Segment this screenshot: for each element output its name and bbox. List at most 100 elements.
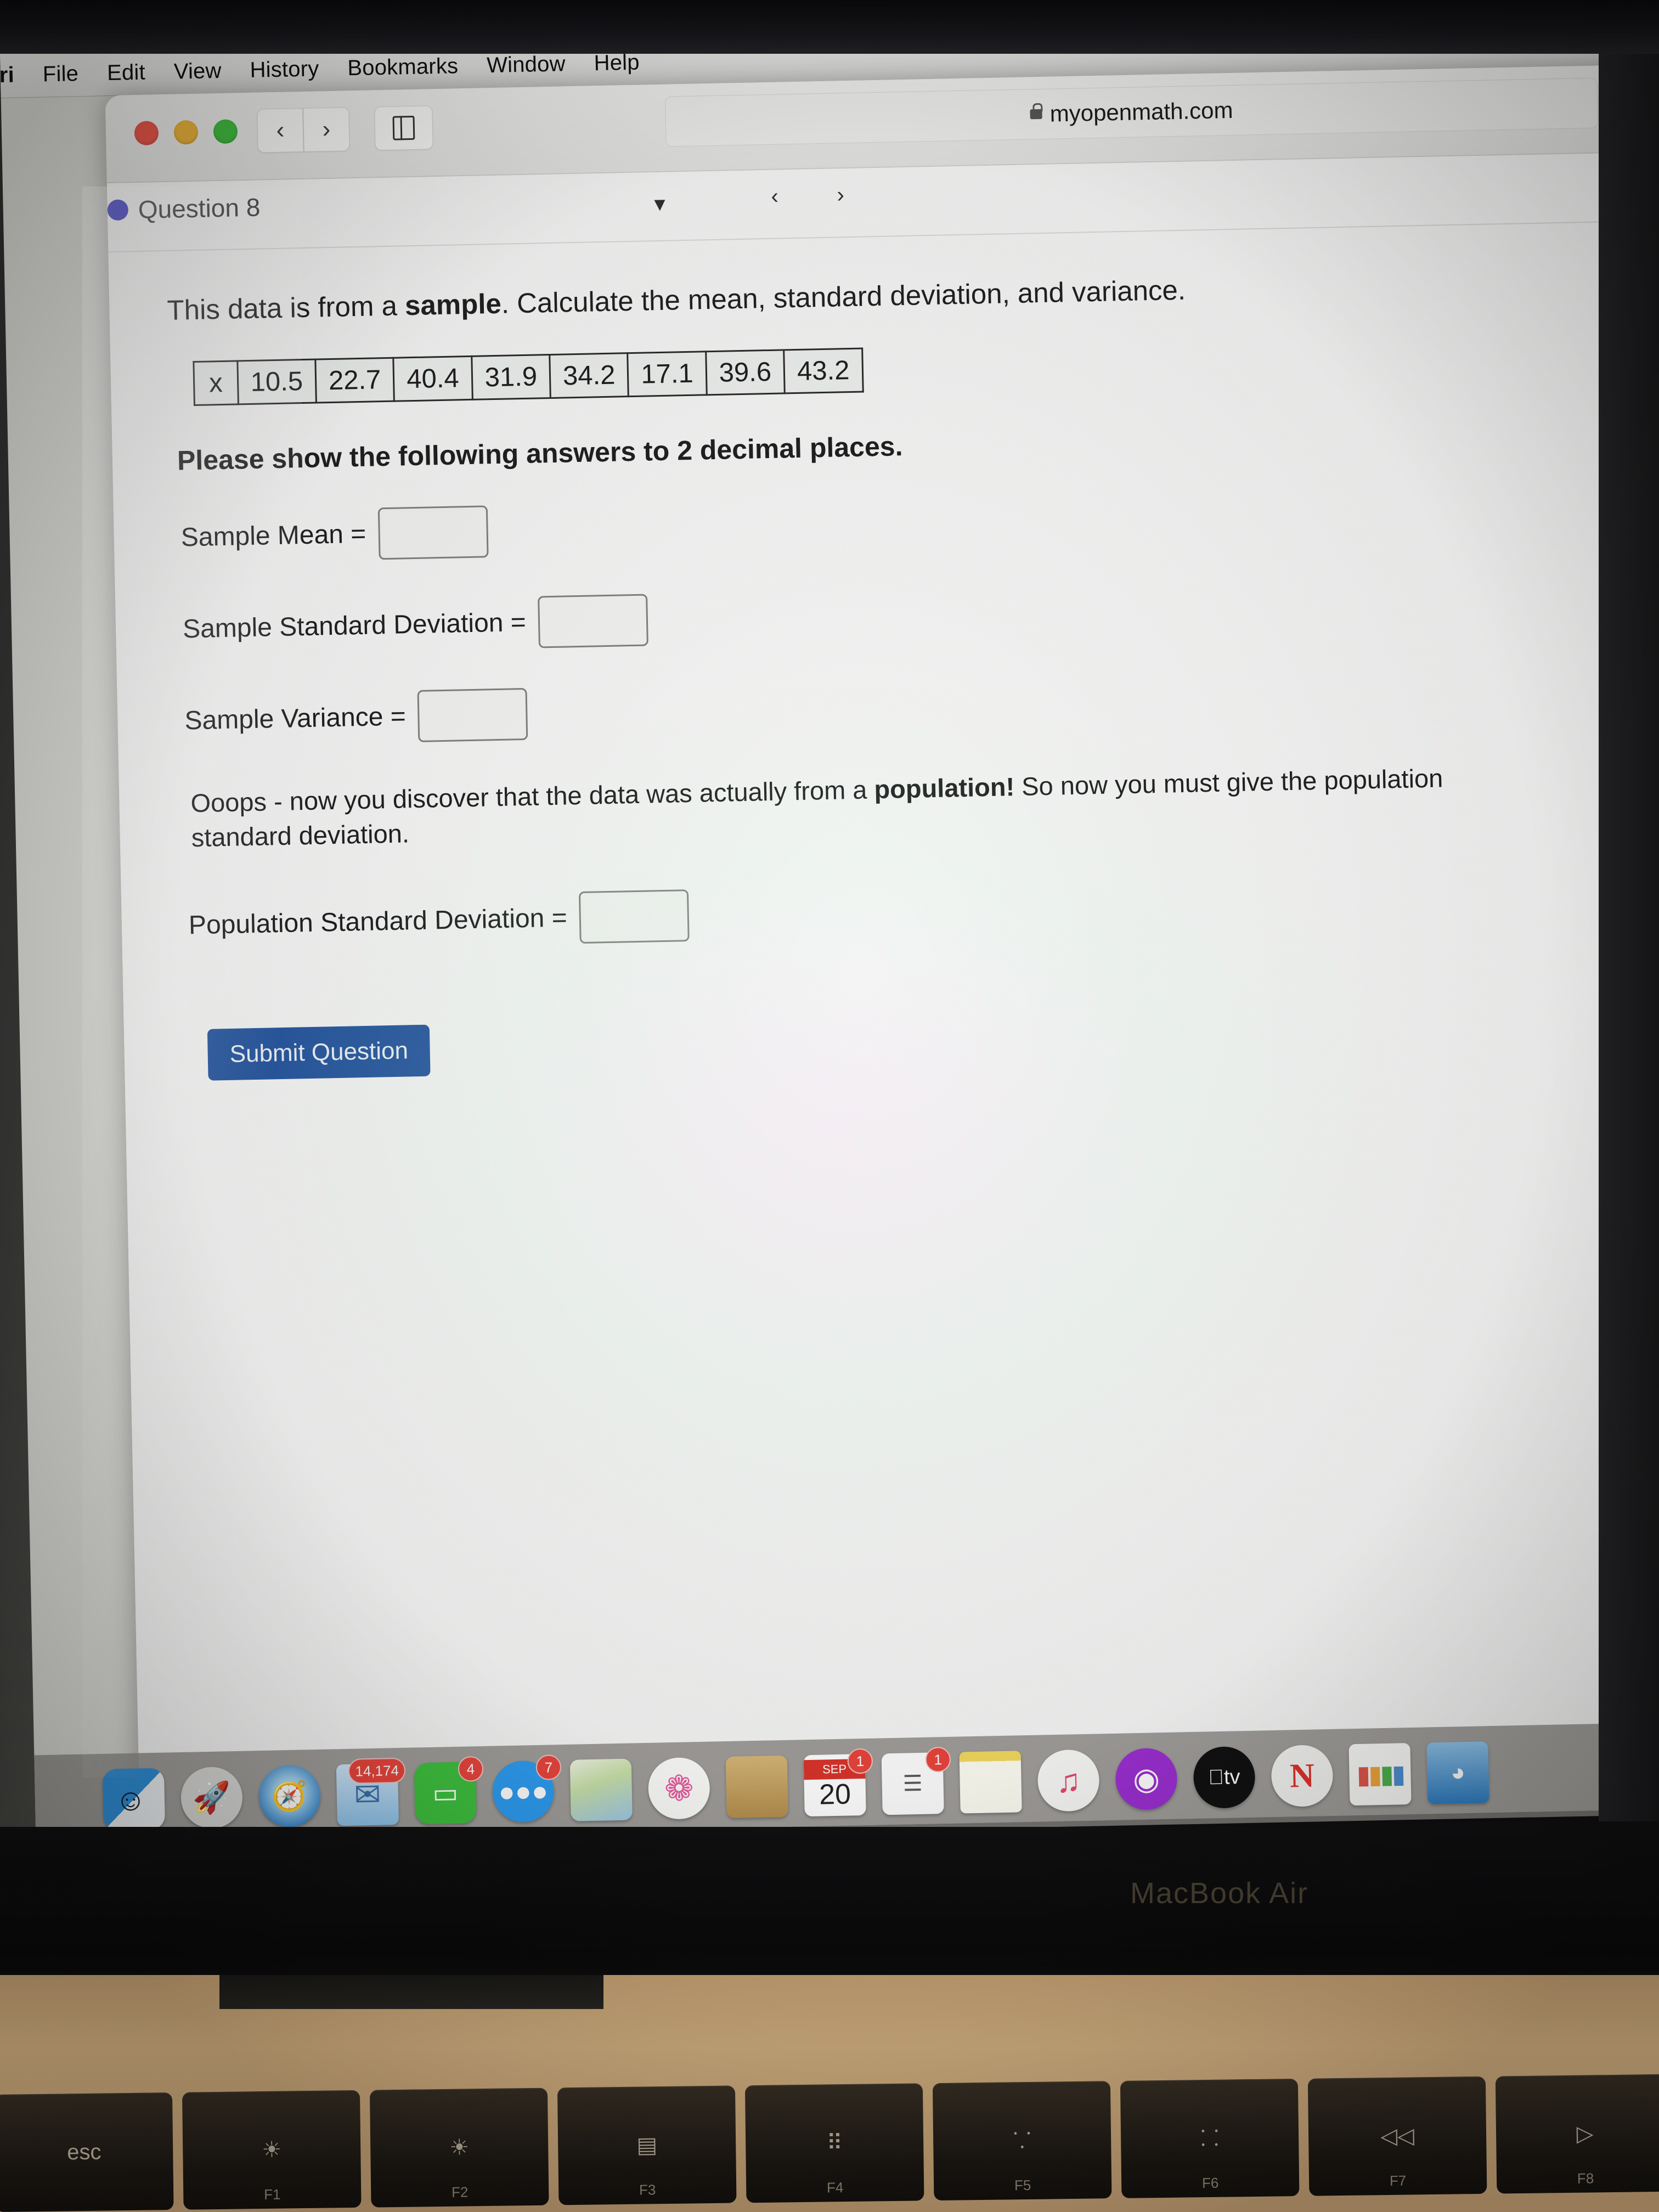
menu-item-bookmarks[interactable]: Bookmarks	[333, 53, 473, 81]
data-cell-5: 17.1	[628, 352, 707, 397]
dock-item-mail[interactable]: ✉ 14,174	[334, 1757, 406, 1842]
back-button[interactable]: ‹	[257, 108, 304, 153]
question-title: Question 8	[138, 193, 261, 224]
data-cell-6: 39.6	[706, 350, 785, 396]
key-f4-label: F4	[826, 2179, 844, 2196]
web-page-content: Question 8 ▼ ‹ › This data is from a sam…	[106, 152, 1659, 1840]
dock-item-photos[interactable]: ❁	[646, 1755, 713, 1822]
dock-item-safari[interactable]: 🧭	[256, 1763, 323, 1844]
dock-item-facetime[interactable]: ▭ 4	[412, 1756, 484, 1826]
dock-item-messages[interactable]: ●●● 7	[490, 1754, 562, 1839]
minimize-window-button[interactable]	[173, 120, 199, 145]
decimal-places-instruction: Please show the following answers to 2 d…	[177, 431, 903, 476]
prompt-emphasis: sample	[404, 287, 502, 321]
facetime-badge: 4	[458, 1756, 484, 1782]
key-f3-label: F3	[639, 2181, 656, 2198]
dock-item-contacts[interactable]	[724, 1753, 791, 1820]
rewind-icon: ◁◁	[1380, 2124, 1415, 2149]
menu-item-view[interactable]: View	[159, 58, 236, 84]
brightness-low-icon: ☀	[262, 2137, 282, 2163]
data-cell-0: 10.5	[237, 359, 317, 405]
note-lead: Ooops - now you discover that the data w…	[190, 775, 874, 818]
mail-badge: 14,174	[348, 1757, 406, 1784]
key-f4-launchpad[interactable]: ⠿ F4	[744, 2083, 924, 2203]
prev-question-button[interactable]: ‹	[771, 184, 778, 209]
dock-item-launchpad[interactable]: 🚀	[178, 1764, 245, 1831]
question-title-group: Question 8	[107, 189, 261, 225]
forward-button[interactable]: ›	[303, 107, 350, 152]
sidebar-icon	[392, 115, 415, 140]
dock-item-music[interactable]: ♫	[1035, 1747, 1102, 1814]
contacts-icon	[725, 1755, 788, 1819]
dock-item-reminders[interactable]: ☰ 1	[879, 1746, 951, 1817]
numbers-icon: ▮▮▮▮	[1348, 1743, 1412, 1806]
sample-variance-row: Sample Variance =	[117, 665, 1659, 748]
sample-stdev-input[interactable]	[537, 594, 648, 648]
address-bar-url: myopenmath.com	[1049, 97, 1233, 127]
key-f2-label: F2	[451, 2183, 469, 2200]
table-row-label: x	[193, 361, 238, 405]
key-f1-label: F1	[263, 2186, 281, 2203]
play-icon: ▷	[1576, 2121, 1594, 2146]
data-cell-4: 34.2	[549, 353, 629, 398]
close-window-button[interactable]	[134, 121, 159, 146]
screen-bezel-right	[1599, 0, 1659, 1821]
key-f7-rewind[interactable]: ◁◁ F7	[1307, 2076, 1487, 2196]
data-cell-7: 43.2	[783, 348, 863, 394]
dock-item-maps[interactable]	[568, 1756, 635, 1823]
key-f8-play[interactable]: ▷ F8	[1495, 2074, 1659, 2194]
reminders-badge: 1	[925, 1746, 951, 1773]
safari-window: ‹ › myopenmath.com ↻	[105, 64, 1659, 1840]
menu-item-history[interactable]: History	[235, 56, 334, 83]
address-bar[interactable]: myopenmath.com	[664, 77, 1599, 147]
dock-item-notes[interactable]	[957, 1748, 1024, 1815]
data-cell-2: 40.4	[393, 356, 472, 402]
caret-down-icon[interactable]: ▼	[650, 194, 669, 216]
population-stdev-row: Population Standard Deviation =	[121, 870, 1659, 953]
sample-mean-label: Sample Mean =	[180, 520, 366, 552]
lid-notch	[219, 1975, 603, 2009]
prompt-tail: . Calculate the mean, standard deviation…	[501, 274, 1186, 319]
submit-question-button[interactable]: Submit Question	[207, 1024, 431, 1081]
dock-item-news[interactable]: N	[1268, 1742, 1335, 1809]
population-stdev-label: Population Standard Deviation =	[188, 903, 568, 940]
key-f2-brightness-up[interactable]: ☀ F2	[369, 2087, 549, 2208]
dock-item-keynote[interactable]: ◕	[1424, 1739, 1491, 1806]
sample-mean-input[interactable]	[377, 505, 489, 560]
podcasts-icon: ◉	[1115, 1747, 1178, 1810]
appletv-icon: tv	[1193, 1746, 1256, 1809]
sample-variance-input[interactable]	[417, 688, 528, 743]
sample-stdev-label: Sample Standard Deviation =	[182, 608, 527, 644]
key-f8-label: F8	[1577, 2170, 1594, 2187]
key-f5-keyboard-backlight-down[interactable]: ⸪ F5	[932, 2081, 1112, 2201]
key-f6-keyboard-backlight-up[interactable]: ⸬ F6	[1120, 2078, 1300, 2198]
window-traffic-lights	[134, 119, 238, 146]
menu-item-window[interactable]: Window	[472, 51, 580, 78]
key-esc-label: esc	[66, 2140, 101, 2164]
data-table: x 10.5 22.7 40.4 31.9 34.2 17.1 39.6 43.…	[193, 347, 864, 407]
menu-item-file[interactable]: File	[28, 61, 93, 87]
data-cell-3: 31.9	[471, 354, 551, 400]
next-question-button[interactable]: ›	[837, 183, 844, 207]
menu-item-safari[interactable]: fari	[0, 62, 29, 88]
calendar-badge: 1	[847, 1748, 873, 1774]
population-stdev-input[interactable]	[578, 889, 690, 944]
key-f3-mission-control[interactable]: ▤ F3	[557, 2085, 737, 2205]
zoom-window-button[interactable]	[213, 119, 238, 144]
sidebar-toggle-button[interactable]	[374, 105, 433, 151]
dock-item-numbers[interactable]: ▮▮▮▮	[1346, 1741, 1413, 1808]
mission-control-icon: ▤	[636, 2133, 658, 2158]
launchpad-icon: 🚀	[180, 1766, 244, 1830]
table-row: x 10.5 22.7 40.4 31.9 34.2 17.1 39.6 43.…	[193, 348, 863, 405]
macbook-air-label: MacBook Air	[1130, 1877, 1309, 1910]
dock-item-finder[interactable]: ☺	[100, 1766, 167, 1847]
dock-item-calendar[interactable]: SEP 20 1	[801, 1748, 873, 1819]
function-key-row: esc ☀ F1 ☀ F2 ▤ F3 ⠿ F4 ⸪ F5 ⸬ F6 ◁◁ F7	[0, 2074, 1659, 2212]
key-f1-brightness-down[interactable]: ☀ F1	[182, 2090, 362, 2210]
photos-icon: ❁	[647, 1757, 710, 1820]
key-esc[interactable]: esc	[0, 2092, 174, 2212]
dock-item-appletv[interactable]: tv	[1190, 1744, 1257, 1811]
key-f7-label: F7	[1389, 2172, 1407, 2189]
menu-item-edit[interactable]: Edit	[93, 60, 160, 86]
dock-item-podcasts[interactable]: ◉	[1113, 1746, 1180, 1813]
